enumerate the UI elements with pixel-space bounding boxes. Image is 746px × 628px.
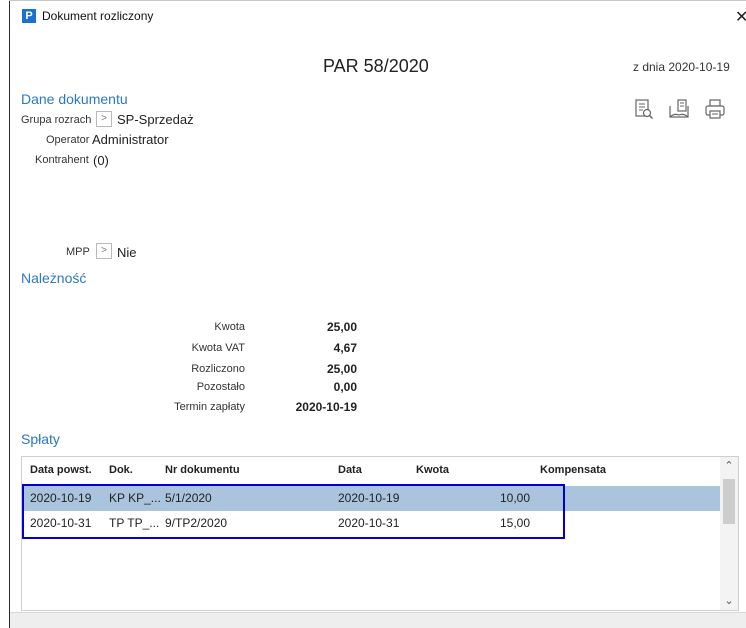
cell-data-powst: 2020-10-31 — [30, 516, 92, 530]
kwota-vat-value: 4,67 — [333, 341, 357, 355]
table-row[interactable]: 2020-10-31 TP TP_... 9/TP2/2020 2020-10-… — [22, 511, 720, 536]
kontrahent-value: (0) — [93, 153, 109, 168]
document-number: PAR 58/2020 — [323, 56, 429, 76]
document-date: z dnia 2020-10-19 — [633, 60, 730, 74]
preview-document-icon[interactable] — [633, 98, 655, 120]
termin-zaplaty-value: 2020-10-19 — [295, 400, 357, 414]
grupa-rozrach-picker-button[interactable]: > — [96, 111, 112, 127]
cell-nr-dokumentu: 9/TP2/2020 — [165, 516, 228, 530]
col-header-dok[interactable]: Dok. — [109, 464, 133, 476]
termin-zaplaty-label: Termin zapłaty — [174, 401, 245, 413]
print-icon[interactable] — [704, 98, 726, 120]
payments-grid-header: Data powst. Dok. Nr dokumentu Data Kwota… — [22, 457, 738, 483]
payments-heading: Spłaty — [21, 431, 60, 447]
kontrahent-label: Kontrahent — [35, 154, 89, 166]
app-icon: P — [22, 9, 36, 23]
kwota-label: Kwota — [214, 321, 245, 333]
cell-data: 2020-10-19 — [338, 491, 400, 505]
col-header-data-powst[interactable]: Data powst. — [30, 464, 92, 476]
rozliczono-label: Rozliczono — [191, 363, 245, 375]
cell-nr-dokumentu: 5/1/2020 — [165, 491, 212, 505]
title-bar: P Dokument rozliczony ✕ — [10, 1, 746, 31]
cell-kwota: 15,00 — [500, 516, 531, 530]
cell-dok: KP KP_... — [109, 491, 161, 505]
receivable-heading: Należność — [21, 270, 87, 286]
col-header-kompensata[interactable]: Kompensata — [540, 464, 606, 476]
cell-data: 2020-10-31 — [338, 516, 400, 530]
window-frame-left — [9, 0, 10, 628]
grupa-rozrach-label: Grupa rozrach — [21, 114, 92, 126]
mpp-picker-button[interactable]: > — [96, 243, 112, 259]
mpp-value: Nie — [117, 245, 137, 260]
vertical-scrollbar[interactable]: ⌃ ⌄ — [720, 457, 738, 610]
cell-data-powst: 2020-10-19 — [30, 491, 92, 505]
col-header-kwota[interactable]: Kwota — [416, 464, 449, 476]
col-header-data[interactable]: Data — [338, 464, 362, 476]
scroll-up-icon[interactable]: ⌃ — [720, 457, 738, 475]
col-header-nr-dokumentu[interactable]: Nr dokumentu — [165, 464, 240, 476]
operator-label: Operator — [46, 134, 90, 146]
scroll-thumb[interactable] — [723, 479, 735, 524]
table-row[interactable]: 2020-10-19 KP KP_... 5/1/2020 2020-10-19… — [22, 486, 720, 511]
close-icon[interactable]: ✕ — [735, 7, 746, 27]
cell-kwota: 10,00 — [500, 491, 531, 505]
open-book-icon[interactable] — [668, 98, 690, 120]
grupa-rozrach-value: SP-Sprzedaż — [117, 112, 194, 127]
pozostalo-label: Pozostało — [196, 381, 245, 393]
bottom-toolbar — [10, 613, 746, 628]
operator-value: Administrator — [92, 132, 169, 147]
window-title: Dokument rozliczony — [42, 9, 154, 23]
kwota-value: 25,00 — [326, 320, 357, 334]
scroll-down-icon[interactable]: ⌄ — [720, 592, 738, 610]
kwota-vat-label: Kwota VAT — [191, 342, 245, 354]
mpp-label: MPP — [66, 246, 90, 258]
document-details-heading: Dane dokumentu — [21, 91, 128, 107]
document-window: P Dokument rozliczony ✕ PAR 58/2020 z dn… — [0, 0, 746, 628]
rozliczono-value: 25,00 — [326, 362, 357, 376]
cell-dok: TP TP_... — [109, 516, 160, 530]
pozostalo-value: 0,00 — [333, 380, 357, 394]
payments-grid: Data powst. Dok. Nr dokumentu Data Kwota… — [21, 456, 739, 611]
